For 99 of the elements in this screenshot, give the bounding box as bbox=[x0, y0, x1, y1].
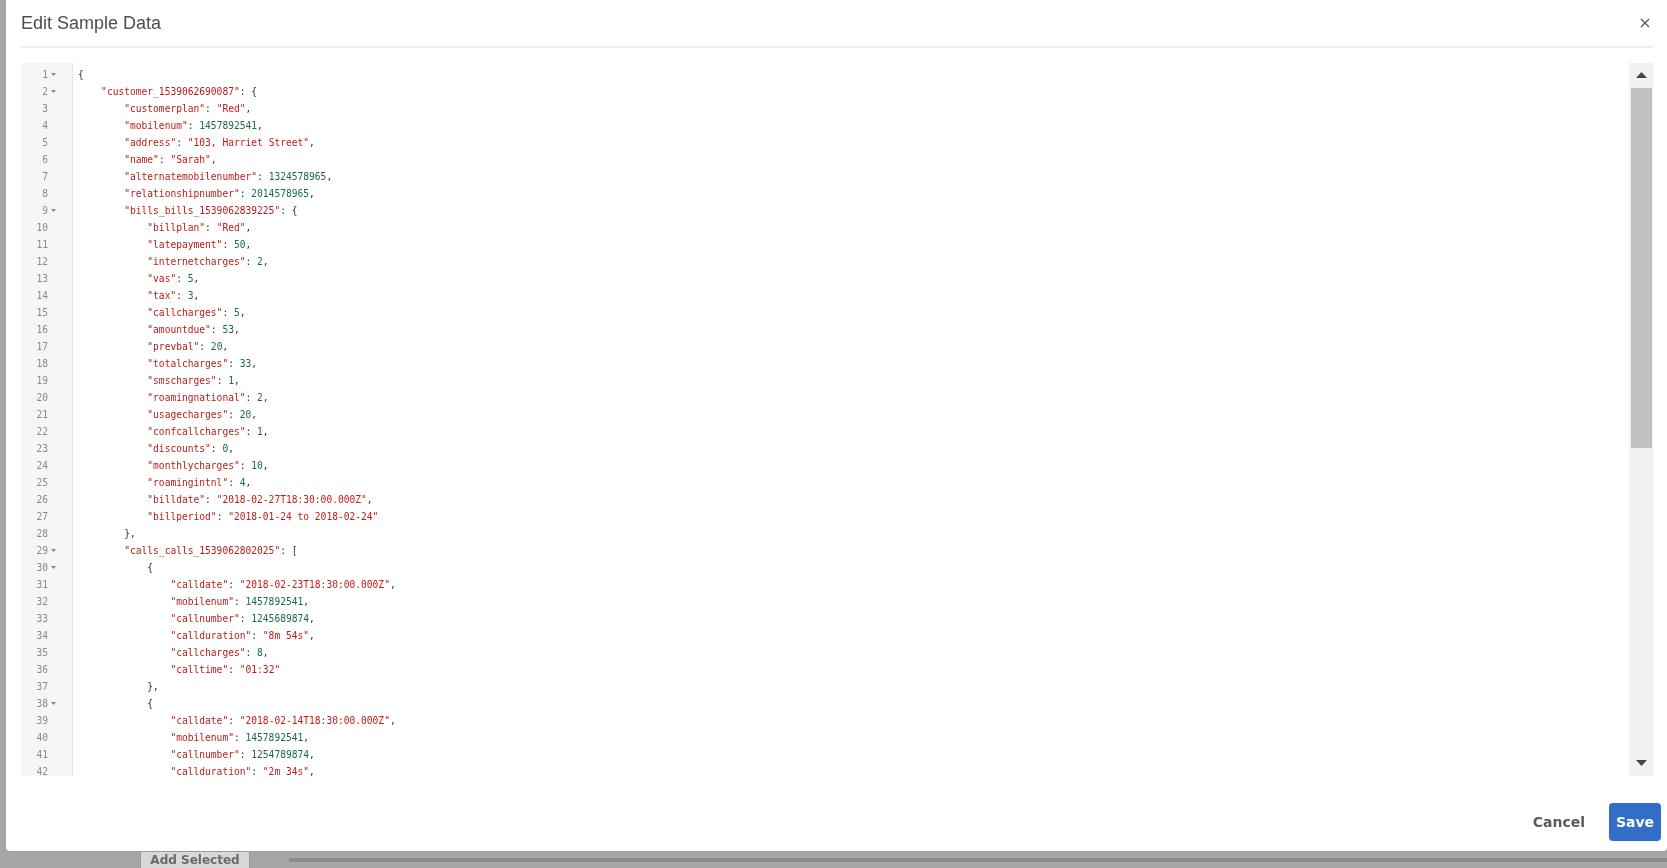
line-number: 36 bbox=[36, 664, 48, 675]
line-number: 21 bbox=[36, 409, 48, 420]
code-line: "billplan": "Red", bbox=[146, 222, 252, 233]
code-line: "alternatemobilenumber": 1324578965, bbox=[123, 171, 333, 182]
line-number: 8 bbox=[42, 188, 48, 199]
code-line: "calls_calls_1539062802025": [ bbox=[123, 545, 298, 556]
code-line: "calldate": "2018-02-23T18:30:00.000Z", bbox=[169, 579, 396, 590]
fold-arrow-icon[interactable] bbox=[51, 90, 56, 93]
line-number: 13 bbox=[36, 273, 48, 284]
save-button[interactable]: Save bbox=[1609, 803, 1661, 841]
code-line: "mobilenum": 1457892541, bbox=[169, 596, 310, 607]
line-number: 4 bbox=[42, 120, 48, 131]
fold-arrow-icon[interactable] bbox=[51, 209, 56, 212]
line-number: 14 bbox=[36, 290, 48, 301]
cancel-button[interactable]: Cancel bbox=[1532, 814, 1585, 830]
line-number: 31 bbox=[36, 579, 48, 590]
line-number: 17 bbox=[36, 341, 48, 352]
code-line: "internetcharges": 2, bbox=[146, 256, 269, 267]
code-line: "callnumber": 1245689874, bbox=[169, 613, 315, 624]
code-line: "callnumber": 1254789874, bbox=[169, 749, 315, 760]
code-line: "discounts": 0, bbox=[146, 443, 234, 454]
line-number: 15 bbox=[36, 307, 48, 318]
line-number: 22 bbox=[36, 426, 48, 437]
code-line: "name": "Sarah", bbox=[123, 154, 217, 165]
line-number: 42 bbox=[36, 766, 48, 776]
code-line: "relationshipnumber": 2014578965, bbox=[123, 188, 315, 199]
code-line: "smscharges": 1, bbox=[146, 375, 240, 386]
code-line: "calldate": "2018-02-14T18:30:00.000Z", bbox=[169, 715, 396, 726]
line-number: 5 bbox=[42, 137, 48, 148]
code-line: "monthlycharges": 10, bbox=[146, 460, 269, 471]
line-number: 41 bbox=[36, 749, 48, 760]
code-line: "bills_bills_1539062839225": { bbox=[123, 205, 298, 216]
code-line: "roamingnational": 2, bbox=[146, 392, 269, 403]
add-selected-button[interactable]: Add Selected bbox=[140, 851, 250, 868]
line-number: 26 bbox=[36, 494, 48, 505]
line-number: 19 bbox=[36, 375, 48, 386]
line-number: 6 bbox=[42, 154, 48, 165]
line-number: 38 bbox=[36, 698, 48, 709]
code-line: "vas": 5, bbox=[146, 273, 200, 284]
code-line: "customerplan": "Red", bbox=[123, 103, 252, 114]
line-number: 39 bbox=[36, 715, 48, 726]
line-number: 32 bbox=[36, 596, 48, 607]
line-number: 16 bbox=[36, 324, 48, 335]
code-line: }, bbox=[123, 528, 136, 539]
scrollbar-thumb[interactable] bbox=[1630, 88, 1652, 448]
code-line: "billdate": "2018-02-27T18:30:00.000Z", bbox=[146, 494, 373, 505]
code-line: }, bbox=[146, 681, 159, 692]
line-number: 37 bbox=[36, 681, 48, 692]
code-line: "callduration": "2m 34s", bbox=[169, 766, 315, 776]
line-number: 28 bbox=[36, 528, 48, 539]
line-number: 18 bbox=[36, 358, 48, 369]
code-line: "customer_1539062690087": { bbox=[100, 86, 258, 97]
line-number: 1 bbox=[42, 69, 48, 80]
code-line: "usagecharges": 20, bbox=[146, 409, 258, 420]
line-number: 25 bbox=[36, 477, 48, 488]
code-line: "tax": 3, bbox=[146, 290, 200, 301]
scroll-down-icon[interactable] bbox=[1635, 760, 1647, 766]
code-line: "roamingintnl": 4, bbox=[146, 477, 252, 488]
line-number: 34 bbox=[36, 630, 48, 641]
code-line: "callduration": "8m 54s", bbox=[169, 630, 315, 641]
code-line: "callcharges": 8, bbox=[169, 647, 269, 658]
line-number: 2 bbox=[42, 86, 48, 97]
fold-arrow-icon[interactable] bbox=[51, 73, 56, 76]
line-number: 23 bbox=[36, 443, 48, 454]
scroll-up-icon[interactable] bbox=[1635, 72, 1647, 78]
line-number: 40 bbox=[36, 732, 48, 743]
line-number: 11 bbox=[36, 239, 48, 250]
line-number: 7 bbox=[42, 171, 48, 182]
fold-arrow-icon[interactable] bbox=[51, 566, 56, 569]
line-number: 30 bbox=[36, 562, 48, 573]
code-line: "billperiod": "2018-01-24 to 2018-02-24" bbox=[146, 511, 379, 522]
fold-arrow-icon[interactable] bbox=[51, 702, 56, 705]
line-number: 27 bbox=[36, 511, 48, 522]
line-number: 29 bbox=[36, 545, 48, 556]
line-number: 9 bbox=[42, 205, 48, 216]
line-number: 20 bbox=[36, 392, 48, 403]
line-number: 10 bbox=[36, 222, 48, 233]
code-line: "callcharges": 5, bbox=[146, 307, 246, 318]
code-line: "mobilenum": 1457892541, bbox=[123, 120, 263, 131]
line-number: 33 bbox=[36, 613, 48, 624]
code-line: "totalcharges": 33, bbox=[146, 358, 258, 369]
close-icon[interactable] bbox=[1640, 18, 1650, 28]
dialog-title: Edit Sample Data bbox=[21, 12, 162, 34]
code-line: { bbox=[78, 69, 84, 80]
line-number: 35 bbox=[36, 647, 48, 658]
code-line: "address": "103, Harriet Street", bbox=[123, 137, 315, 148]
code-line: "confcallcharges": 1, bbox=[146, 426, 269, 437]
scrollbar[interactable] bbox=[1629, 63, 1653, 776]
code-line: "amountdue": 53, bbox=[146, 324, 240, 335]
code-line: { bbox=[146, 562, 154, 573]
fold-arrow-icon[interactable] bbox=[51, 549, 56, 552]
line-number: 24 bbox=[36, 460, 48, 471]
code-line: "mobilenum": 1457892541, bbox=[169, 732, 310, 743]
code-line: "prevbal": 20, bbox=[146, 341, 229, 352]
line-number: 3 bbox=[42, 103, 48, 114]
code-line: "calltime": "01:32" bbox=[169, 664, 281, 675]
line-number: 12 bbox=[36, 256, 48, 267]
code-line: "latepayment": 50, bbox=[146, 239, 252, 250]
code-line: { bbox=[146, 698, 154, 709]
